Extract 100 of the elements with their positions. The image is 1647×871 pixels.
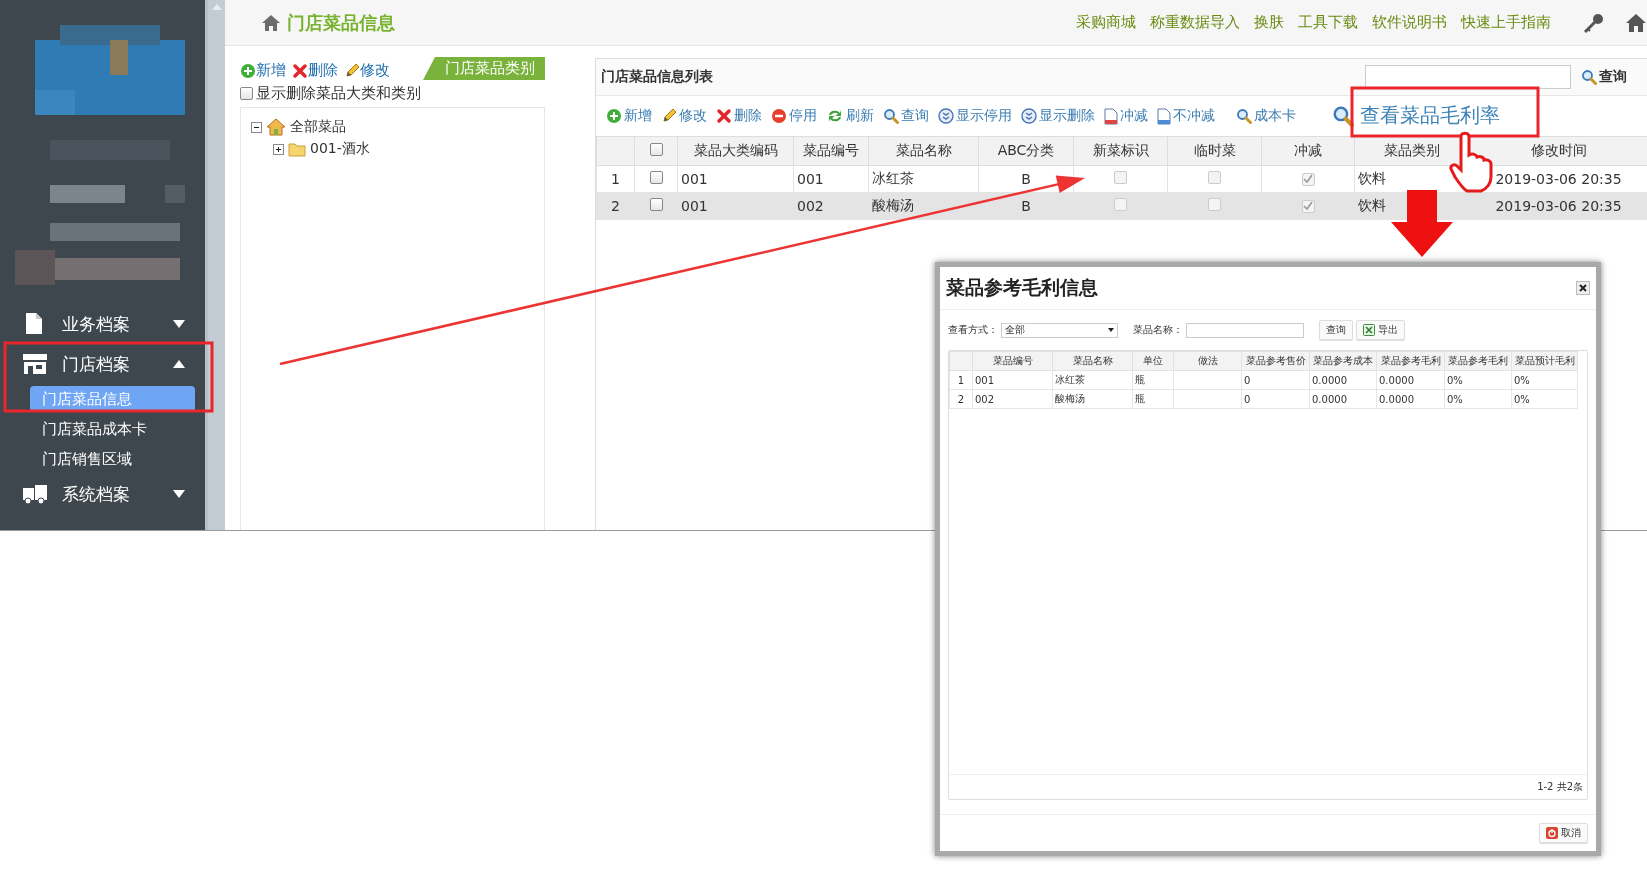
table-cell: 0% (1511, 389, 1578, 409)
table-cell: 2019-03-06 20:35 (1468, 192, 1647, 220)
submenu-item[interactable]: 门店菜品成本卡 (30, 416, 195, 442)
column-header[interactable]: 菜品名称 (1052, 351, 1133, 371)
close-icon (1579, 284, 1587, 292)
search-button[interactable]: 查询 (1319, 320, 1353, 340)
table-cell: 002 (793, 192, 869, 220)
folder-icon (288, 141, 306, 157)
column-header[interactable]: 菜品名称 (868, 136, 979, 166)
column-header[interactable]: 临时菜 (1167, 136, 1262, 166)
tree-node[interactable]: 001-酒水 (310, 140, 370, 158)
tree-node[interactable]: 全部菜品 (290, 118, 346, 136)
toolbar-button[interactable]: 停用 (771, 107, 817, 125)
column-header[interactable]: 菜品参考毛利 (1444, 351, 1512, 371)
document-icon (1157, 107, 1171, 125)
home-icon (261, 13, 281, 32)
column-header[interactable]: 菜品预计毛利 (1511, 351, 1578, 371)
power-icon (1546, 827, 1558, 839)
column-header[interactable]: 单位 (1132, 351, 1174, 371)
table-cell: 瓶 (1132, 370, 1174, 390)
search-icon (1236, 108, 1252, 124)
panel-title: 门店菜品信息列表 (601, 68, 714, 86)
pencil-icon (344, 62, 360, 79)
toolbar-button[interactable]: 查询 (883, 107, 929, 125)
toolbar-button[interactable]: 新增 (240, 61, 286, 80)
plus-circle-icon (606, 108, 622, 124)
toolbar-button[interactable]: 成本卡 (1236, 107, 1296, 125)
key-icon[interactable] (1583, 11, 1605, 34)
checkbox[interactable] (649, 198, 663, 211)
header-link[interactable]: 工具下载 (1298, 13, 1358, 32)
dish-name-field[interactable] (1186, 322, 1304, 338)
column-header[interactable]: ABC分类 (978, 136, 1074, 166)
table-cell: 冰红茶 (868, 165, 979, 193)
table-cell: 0.0000 (1376, 370, 1445, 390)
column-header[interactable]: 冲减 (1261, 136, 1355, 166)
row-number: 1 (949, 370, 973, 390)
expand-icon[interactable] (273, 143, 284, 155)
table-cell: 001 (972, 370, 1053, 390)
header-link[interactable]: 换肤 (1254, 13, 1284, 32)
toolbar-button[interactable]: 显示删除 (1021, 107, 1095, 125)
table-cell: 0 (1241, 389, 1310, 409)
column-header[interactable]: 菜品编号 (793, 136, 869, 166)
table-cell: 0% (1511, 370, 1578, 390)
chevron-circle-icon (938, 108, 954, 124)
menu-item[interactable]: 系统档案 (0, 474, 205, 514)
header-link[interactable]: 采购商城 (1076, 13, 1136, 32)
checkbox[interactable] (649, 143, 663, 156)
table-cell: 001 (677, 165, 794, 193)
dialog-title: 菜品参考毛利信息 (946, 275, 1099, 300)
column-header[interactable]: 修改时间 (1468, 136, 1647, 166)
view-mode-dropdown[interactable]: 全部 (1001, 322, 1118, 338)
toolbar-button[interactable]: 新增 (606, 107, 652, 125)
header-link[interactable]: 快速上手指南 (1461, 13, 1551, 32)
caret-down-icon (1108, 328, 1114, 332)
export-button[interactable]: 导出 (1356, 320, 1405, 340)
plus-circle-icon (240, 62, 256, 79)
toolbar-button[interactable]: 删除 (716, 107, 762, 125)
row-number: 2 (949, 389, 973, 409)
menu-item[interactable]: 门店档案 (0, 344, 205, 384)
column-header[interactable]: 菜品编号 (972, 351, 1053, 371)
table-cell: 002 (972, 389, 1053, 409)
pagination-info: 1-2 共2条 (949, 774, 1587, 799)
column-header[interactable]: 菜品参考成本 (1309, 351, 1377, 371)
checkbox[interactable] (649, 171, 663, 184)
checkbox[interactable] (240, 87, 253, 100)
close-button[interactable] (1576, 281, 1590, 295)
toolbar-button[interactable]: 显示停用 (938, 107, 1012, 125)
column-header[interactable]: 菜品大类编码 (677, 136, 794, 166)
table-cell: 0 (1241, 370, 1310, 390)
search-button[interactable]: 查询 (1581, 68, 1627, 86)
collapse-icon[interactable] (251, 121, 262, 133)
header-link[interactable]: 称重数据导入 (1150, 13, 1240, 32)
toolbar-button[interactable]: 删除 (292, 61, 338, 80)
column-header[interactable]: 菜品参考售价 (1241, 351, 1310, 371)
column-header[interactable]: 菜品参考毛利 (1376, 351, 1445, 371)
cancel-button[interactable]: 取消 (1539, 823, 1588, 843)
table-cell: 酸梅汤 (1052, 389, 1133, 409)
header-link[interactable]: 软件说明书 (1372, 13, 1447, 32)
toolbar-button[interactable]: 不冲减 (1157, 107, 1215, 125)
toolbar-button[interactable]: 修改 (344, 61, 390, 80)
table-cell: 0% (1444, 370, 1512, 390)
toolbar-button[interactable]: 修改 (661, 107, 707, 125)
search-field[interactable] (1365, 65, 1571, 89)
storefront-icon (22, 352, 48, 376)
table-cell: 冰红茶 (1052, 370, 1133, 390)
toolbar-button[interactable]: 刷新 (826, 107, 874, 125)
submenu-item[interactable]: 门店销售区域 (30, 446, 195, 472)
toolbar-button[interactable]: 冲减 (1104, 107, 1148, 125)
page-title: 门店菜品信息 (287, 10, 395, 35)
table-cell: 001 (677, 192, 794, 220)
table-cell: 0% (1444, 389, 1512, 409)
home-icon[interactable] (1625, 12, 1647, 33)
table-cell: 0.0000 (1309, 370, 1377, 390)
column-header[interactable]: 做法 (1173, 351, 1242, 371)
table-cell: 瓶 (1132, 389, 1174, 409)
truck-icon (22, 482, 48, 506)
column-header[interactable]: 新菜标识 (1073, 136, 1168, 166)
search-icon (1332, 104, 1354, 127)
menu-item[interactable]: 业务档案 (0, 304, 205, 344)
row-number: 1 (596, 165, 635, 193)
